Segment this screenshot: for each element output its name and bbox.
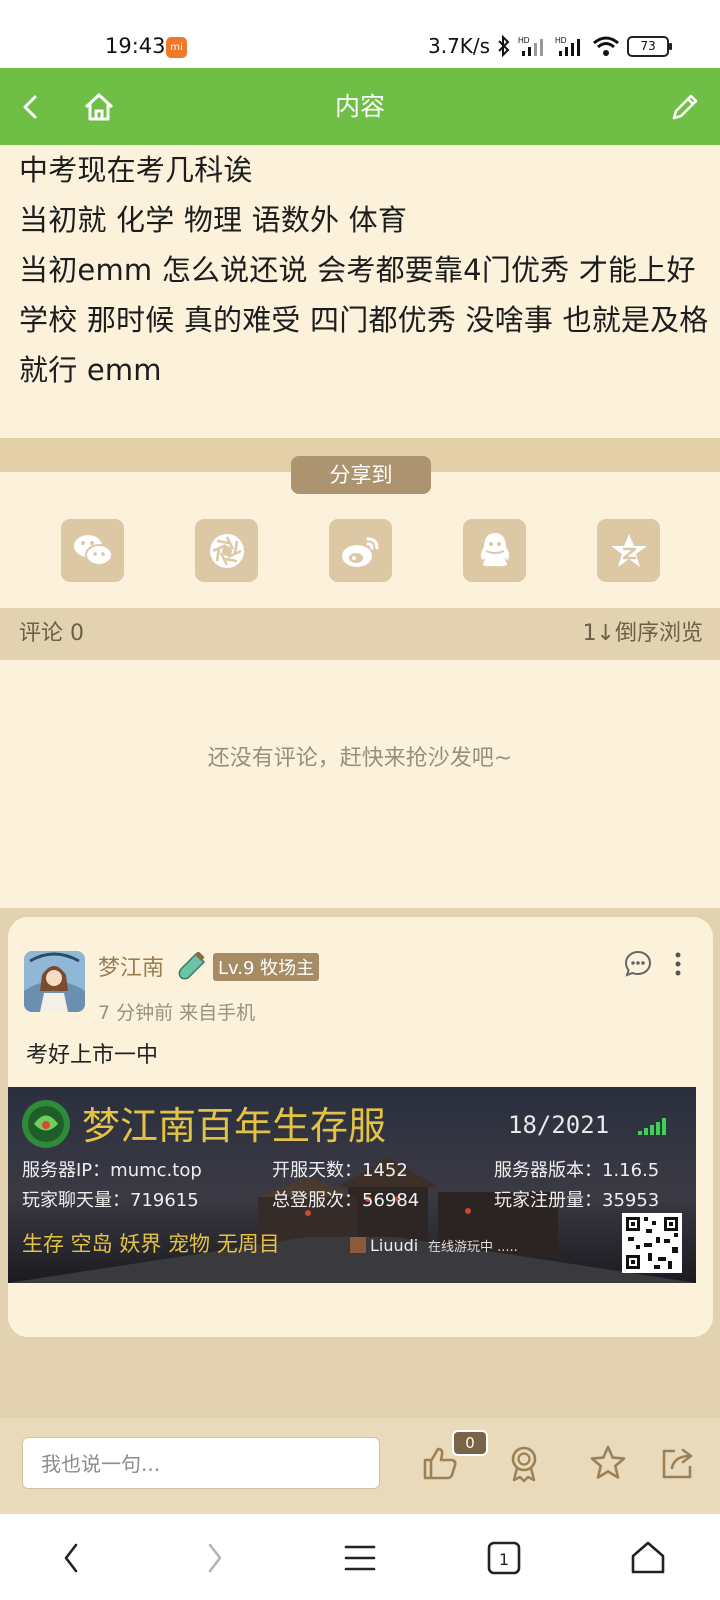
browser-back-icon[interactable] bbox=[52, 1538, 92, 1578]
article-line: 当初emm 怎么说还说 会考都要靠4门优秀 才能上好学校 那时候 真的难受 四门… bbox=[19, 253, 709, 387]
share-wechat-button[interactable] bbox=[61, 519, 124, 582]
post-meta: 7 分钟前 来自手机 bbox=[98, 1002, 256, 1024]
banner-registered: 玩家注册量：35953 bbox=[494, 1190, 659, 1211]
qzone-icon bbox=[610, 533, 647, 567]
banner-graphic: 梦江南百年生存服 18/2021 服务器IP：mumc.top 开服天数：145… bbox=[8, 1087, 696, 1283]
home-icon[interactable] bbox=[80, 88, 118, 126]
award-icon[interactable] bbox=[504, 1443, 544, 1483]
share-icon[interactable] bbox=[658, 1443, 698, 1483]
hd-label: HD bbox=[555, 36, 567, 45]
banner-tags: 生存 空岛 妖界 宠物 无周目 bbox=[22, 1232, 280, 1256]
weibo-icon bbox=[341, 537, 378, 567]
article-line: 当初就 化学 物理 语数外 体育 bbox=[19, 203, 408, 237]
banner-logins: 总登服次：56984 bbox=[272, 1190, 419, 1211]
status-time: 19:43 bbox=[105, 34, 166, 58]
banner-player-status: 在线游玩中 ..... bbox=[428, 1240, 518, 1255]
back-icon[interactable] bbox=[12, 88, 50, 126]
wifi-icon bbox=[593, 36, 620, 56]
edit-icon[interactable] bbox=[666, 88, 704, 126]
reply-input[interactable]: 我也说一句... bbox=[22, 1437, 380, 1489]
moments-icon bbox=[209, 533, 244, 568]
banner-chat: 玩家聊天量：719615 bbox=[22, 1190, 199, 1211]
article-body: 中考现在考几科诶 当初就 化学 物理 语数外 体育 当初emm 怎么说还说 会考… bbox=[0, 145, 720, 438]
like-count-badge: 0 bbox=[452, 1430, 488, 1456]
sort-toggle[interactable]: 1↓倒序浏览 bbox=[583, 608, 703, 660]
server-banner-image[interactable]: 梦江南百年生存服 18/2021 服务器IP：mumc.top 开服天数：145… bbox=[8, 1087, 696, 1283]
status-indicators: 3.7K/s HD HD 73 bbox=[428, 34, 673, 58]
banner-title: 梦江南百年生存服 bbox=[82, 1104, 386, 1148]
comments-count: 评论 0 bbox=[19, 621, 84, 646]
star-icon[interactable] bbox=[588, 1443, 628, 1483]
home-nav-icon[interactable] bbox=[628, 1538, 668, 1578]
share-qzone-button[interactable] bbox=[597, 519, 660, 582]
article-line: 中考现在考几科诶 bbox=[19, 153, 253, 187]
signal-icon: HD bbox=[555, 36, 581, 56]
more-icon[interactable] bbox=[668, 949, 688, 979]
banner-days: 开服天数：1452 bbox=[272, 1160, 408, 1181]
hd-label: HD bbox=[518, 36, 530, 45]
comments-empty-area: 还没有评论，赶快来抢沙发吧~ bbox=[0, 660, 720, 908]
mi-app-icon: mi bbox=[166, 37, 187, 58]
banner-version: 服务器版本：1.16.5 bbox=[494, 1160, 659, 1181]
qq-icon bbox=[480, 532, 509, 566]
battery-icon: 73 bbox=[627, 35, 673, 57]
net-speed: 3.7K/s bbox=[428, 34, 491, 58]
share-moments-button[interactable] bbox=[195, 519, 258, 582]
username[interactable]: 梦江南 bbox=[98, 950, 164, 982]
banner-online: 18/2021 bbox=[508, 1111, 609, 1139]
empty-comments-text: 还没有评论，赶快来抢沙发吧~ bbox=[207, 746, 513, 771]
banner-ip: 服务器IP：mumc.top bbox=[22, 1160, 202, 1181]
article-text: 中考现在考几科诶 当初就 化学 物理 语数外 体育 当初emm 怎么说还说 会考… bbox=[19, 145, 709, 395]
avatar-image bbox=[24, 951, 85, 1012]
app-bar: 内容 bbox=[0, 68, 720, 145]
avatar[interactable] bbox=[24, 951, 85, 1012]
banner-player: Liuudi bbox=[370, 1236, 418, 1255]
comment-text: 考好上市一中 bbox=[26, 1043, 159, 1068]
tab-count: 1 bbox=[499, 1550, 509, 1569]
browser-forward-icon[interactable] bbox=[194, 1538, 234, 1578]
qr-code bbox=[622, 1213, 682, 1273]
level-badge: Lv.9 牧场主 bbox=[213, 953, 320, 981]
comments-header: 评论 0 1↓倒序浏览 bbox=[0, 608, 720, 660]
wechat-icon bbox=[73, 534, 113, 566]
share-weibo-button[interactable] bbox=[329, 519, 392, 582]
menu-icon[interactable] bbox=[340, 1538, 380, 1578]
tabs-button[interactable]: 1 bbox=[484, 1538, 524, 1578]
comment-icon[interactable] bbox=[623, 949, 653, 979]
tabs-icon: 1 bbox=[487, 1541, 521, 1575]
share-label: 分享到 bbox=[291, 456, 431, 494]
signal-icon: HD bbox=[518, 36, 544, 56]
potion-icon bbox=[178, 952, 206, 980]
bluetooth-icon bbox=[498, 35, 510, 57]
share-qq-button[interactable] bbox=[463, 519, 526, 582]
